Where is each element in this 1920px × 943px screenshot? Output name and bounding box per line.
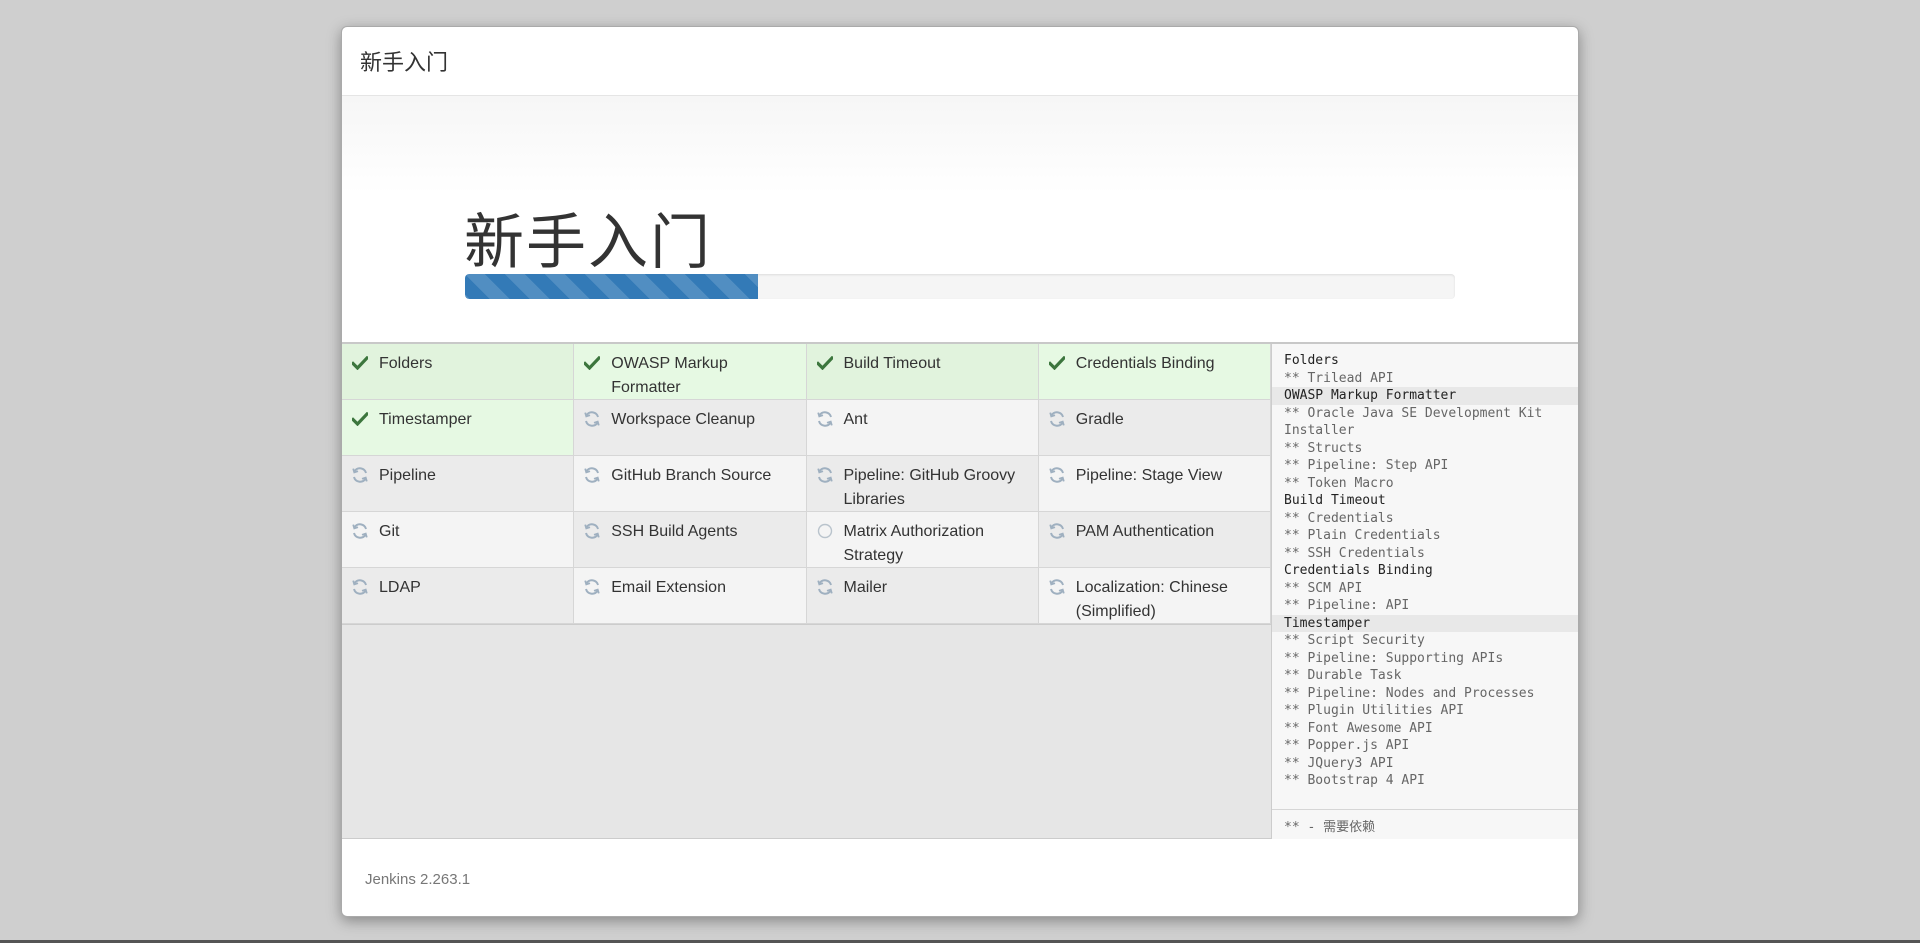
refresh-icon bbox=[1047, 465, 1067, 485]
log-plugin: Credentials Binding bbox=[1284, 563, 1433, 578]
plugin-item: Workspace Cleanup bbox=[574, 400, 807, 456]
plugin-name: Mailer bbox=[843, 579, 888, 596]
check-icon bbox=[815, 353, 835, 373]
refresh-icon bbox=[582, 409, 602, 429]
plugin-name: SSH Build Agents bbox=[611, 523, 738, 540]
check-icon bbox=[582, 353, 602, 373]
log-dependency: ** Bootstrap 4 API bbox=[1284, 773, 1425, 788]
page-heading: 新手入门 bbox=[464, 208, 712, 278]
refresh-icon bbox=[350, 465, 370, 485]
plugin-name: Localization: Chinese (Simplified) bbox=[1075, 579, 1228, 620]
plugin-item: Pipeline bbox=[342, 456, 575, 512]
plugin-name: LDAP bbox=[379, 579, 421, 596]
dialog-footer: Jenkins 2.263.1 bbox=[342, 839, 1578, 916]
plugin-name: Timestamper bbox=[379, 411, 472, 428]
plugin-item: GitHub Branch Source bbox=[574, 456, 807, 512]
plugin-item: Ant bbox=[806, 400, 1039, 456]
plugin-item: Localization: Chinese (Simplified) bbox=[1038, 568, 1271, 624]
log-dependency: ** JQuery3 API bbox=[1284, 755, 1394, 771]
log-dependency: ** Credentials bbox=[1284, 510, 1394, 526]
install-log-panel[interactable]: Folders ** Trilead API OWASP Markup Format… bbox=[1271, 344, 1578, 839]
log-dependency: ** Durable Task bbox=[1284, 668, 1402, 683]
refresh-icon bbox=[582, 577, 602, 597]
plugin-name: Credentials Binding bbox=[1075, 355, 1215, 372]
plugin-name: PAM Authentication bbox=[1075, 523, 1215, 540]
install-progress bbox=[465, 274, 1455, 299]
log-dependency: ** Pipeline: Supporting APIs bbox=[1284, 650, 1504, 666]
plugin-item: Pipeline: GitHub Groovy Libraries bbox=[806, 456, 1039, 512]
log-dependency: ** SSH Credentials bbox=[1284, 545, 1425, 561]
log-dependency: ** Oracle Java SE Development Kit Instal… bbox=[1284, 405, 1551, 439]
plugin-name: Ant bbox=[843, 411, 868, 428]
log-plugin: Build Timeout bbox=[1284, 493, 1386, 508]
plugin-name: Workspace Cleanup bbox=[611, 411, 756, 428]
log-dependency: ** Plugin Utilities API bbox=[1284, 703, 1465, 718]
dialog-title: 新手入门 bbox=[342, 27, 1578, 96]
plugin-item: Git bbox=[342, 512, 575, 568]
log-plugin: Folders bbox=[1284, 353, 1339, 368]
log-plugin: Timestamper bbox=[1272, 614, 1578, 632]
jumbotron: 新手入门 bbox=[342, 96, 1578, 344]
plugin-name: Git bbox=[379, 523, 400, 540]
plugin-name: Pipeline: GitHub Groovy Libraries bbox=[843, 467, 1016, 508]
plugin-name: Pipeline bbox=[379, 467, 436, 484]
log-dependency: ** Pipeline: Nodes and Processes bbox=[1284, 685, 1535, 701]
log-dependency: ** Pipeline: API bbox=[1284, 598, 1410, 613]
log-dependency: ** Trilead API bbox=[1284, 370, 1394, 386]
plugin-item: Folders bbox=[342, 344, 575, 400]
plugin-name: Gradle bbox=[1075, 411, 1124, 428]
circle-icon bbox=[815, 521, 835, 541]
plugin-name: Matrix Authorization Strategy bbox=[843, 523, 985, 564]
log-dependency: ** Token Macro bbox=[1284, 475, 1394, 491]
log-dependency: ** Font Awesome API bbox=[1284, 720, 1433, 736]
plugin-item: SSH Build Agents bbox=[574, 512, 807, 568]
check-icon bbox=[350, 409, 370, 429]
plugin-item: Mailer bbox=[806, 568, 1039, 624]
setup-wizard-dialog: 新手入门 新手入门 Folders OWASP Markup Formatter B… bbox=[341, 26, 1579, 917]
log-dependency: ** Script Security bbox=[1284, 633, 1425, 648]
refresh-icon bbox=[815, 409, 835, 429]
refresh-icon bbox=[582, 521, 602, 541]
plugin-item: Timestamper bbox=[342, 400, 575, 456]
refresh-icon bbox=[815, 577, 835, 597]
plugin-name: Pipeline: Stage View bbox=[1075, 467, 1223, 484]
refresh-icon bbox=[350, 521, 370, 541]
plugin-item: PAM Authentication bbox=[1038, 512, 1271, 568]
log-plugin: OWASP Markup Formatter bbox=[1272, 387, 1578, 405]
log-dependency: ** SCM API bbox=[1284, 580, 1363, 596]
install-progress-bar bbox=[465, 274, 759, 299]
check-icon bbox=[350, 353, 370, 373]
plugin-item: Pipeline: Stage View bbox=[1038, 456, 1271, 512]
plugin-name: Folders bbox=[379, 355, 433, 372]
check-icon bbox=[1047, 353, 1067, 373]
plugin-install-area: Folders OWASP Markup Formatter Build Timeo… bbox=[342, 344, 1578, 839]
refresh-icon bbox=[1047, 577, 1067, 597]
install-log-legend: ** - 需要依赖 bbox=[1272, 809, 1578, 839]
refresh-icon bbox=[582, 465, 602, 485]
plugin-item: Email Extension bbox=[574, 568, 807, 624]
plugin-grid: Folders OWASP Markup Formatter Build Timeo… bbox=[342, 344, 1271, 625]
plugin-name: Build Timeout bbox=[843, 355, 941, 372]
log-dependency: ** Popper.js API bbox=[1284, 738, 1410, 753]
refresh-icon bbox=[350, 577, 370, 597]
plugin-item: Gradle bbox=[1038, 400, 1271, 456]
plugin-name: OWASP Markup Formatter bbox=[611, 355, 728, 396]
plugin-item: LDAP bbox=[342, 568, 575, 624]
log-dependency: ** Plain Credentials bbox=[1284, 528, 1441, 543]
plugin-item: Matrix Authorization Strategy bbox=[806, 512, 1039, 568]
refresh-icon bbox=[1047, 521, 1067, 541]
plugin-name: GitHub Branch Source bbox=[611, 467, 772, 484]
log-dependency: ** Pipeline: Step API bbox=[1284, 458, 1449, 473]
plugin-item: Credentials Binding bbox=[1038, 344, 1271, 400]
refresh-icon bbox=[1047, 409, 1067, 429]
install-log-list: Folders ** Trilead API OWASP Markup Format… bbox=[1272, 344, 1578, 790]
plugin-name: Email Extension bbox=[611, 579, 726, 596]
plugin-item: Build Timeout bbox=[806, 344, 1039, 400]
refresh-icon bbox=[815, 465, 835, 485]
log-dependency: ** Structs bbox=[1284, 440, 1363, 456]
jenkins-version: Jenkins 2.263.1 bbox=[365, 871, 471, 888]
plugin-item: OWASP Markup Formatter bbox=[574, 344, 807, 400]
